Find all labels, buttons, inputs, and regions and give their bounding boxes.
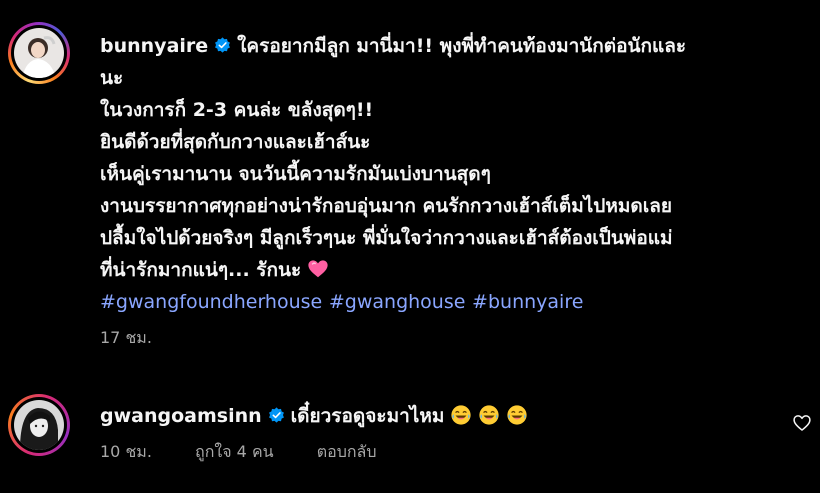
laughing-tears-emoji: [451, 405, 472, 425]
comment-meta: 10 ชม. ถูกใจ 4 คน ตอบกลับ: [100, 440, 800, 465]
comment-text-line: งานบรรยากาศทุกอย่างน่ารักอบอุ่นมาก คนรัก…: [100, 195, 673, 217]
hashtag-link[interactable]: #bunnyaire: [472, 291, 583, 313]
comment-text-line: ยินดีด้วยที่สุดกับกวางและเฮ้าส์นะ: [100, 131, 371, 153]
comment-text-line: ที่น่ารักมากแน่ๆ... รักนะ: [100, 259, 302, 281]
verified-badge-icon: [268, 407, 284, 423]
verified-badge-icon: [215, 37, 231, 53]
comment-text: เดี๋ยวรอดูจะมาไหม: [290, 405, 445, 427]
comment-meta: 17 ชม.: [100, 326, 800, 351]
comment-text-line: ใครอยากมีลูก มานี่มา!! พุงพี่ทำคนท้องมาน…: [237, 35, 687, 57]
heart-outline-icon[interactable]: [792, 413, 812, 433]
avatar-gwangoamsinn: [14, 400, 64, 450]
comment-time[interactable]: 17 ชม.: [100, 328, 152, 347]
username[interactable]: bunnyaire: [100, 35, 208, 57]
laughing-tears-emoji: [479, 405, 500, 425]
comment-text-line: ปลื้มใจไปด้วยจริงๆ มีลูกเร็วๆนะ พี่มั่นใ…: [100, 227, 673, 249]
comment-text-line: ในวงการก็ 2-3 คนล่ะ ขลังสุดๆ!!: [100, 99, 374, 121]
comment-time[interactable]: 10 ชม.: [100, 442, 152, 461]
username[interactable]: gwangoamsinn: [100, 405, 262, 427]
comment-text-line: เห็นคู่เรามานาน จนวันนี้ความรักมันเบ่งบา…: [100, 163, 491, 185]
comment-body: bunnyaire ใครอยากมีลูก มานี่มา!! พุงพี่ทำ…: [100, 30, 800, 351]
avatar-story-ring[interactable]: [8, 22, 70, 84]
pink-heart-emoji: [308, 260, 328, 278]
reply-button[interactable]: ตอบกลับ: [317, 442, 377, 461]
comment-body: gwangoamsinn เดี๋ยวรอดูจะมาไหม 10 ชม. ถูก…: [100, 400, 800, 465]
comment-text-line: นะ: [100, 67, 124, 89]
likes-count-button[interactable]: ถูกใจ 4 คน: [195, 442, 274, 461]
avatar-bunnyaire: [14, 28, 64, 78]
hashtag-link[interactable]: #gwanghouse: [329, 291, 466, 313]
hashtag-link[interactable]: #gwangfoundherhouse: [100, 291, 322, 313]
laughing-tears-emoji: [507, 405, 528, 425]
avatar-story-ring[interactable]: [8, 394, 70, 456]
